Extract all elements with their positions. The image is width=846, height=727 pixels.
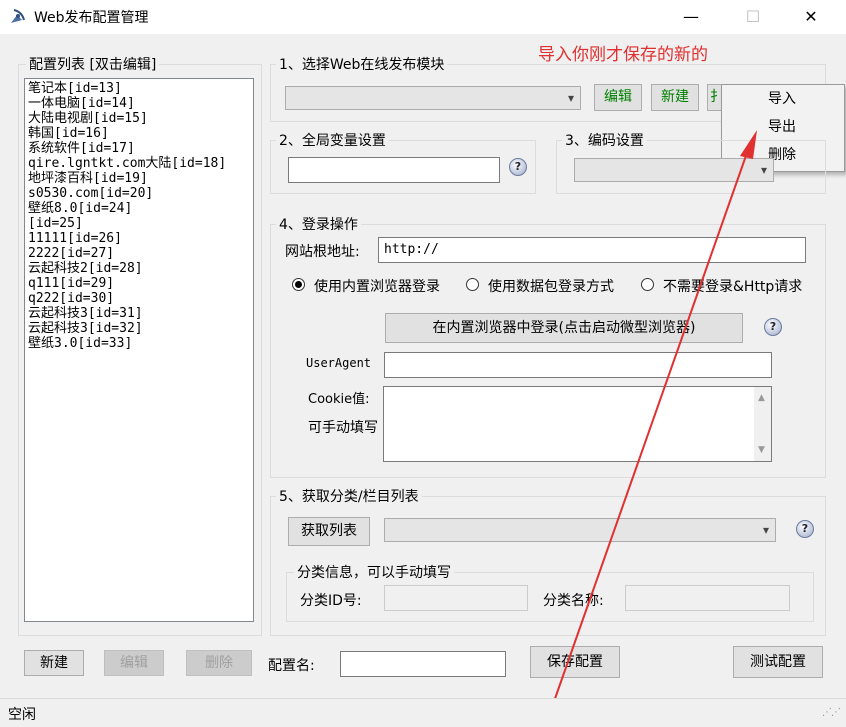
global-vars-legend: 2、全局变量设置 [276, 130, 389, 150]
radio-packet-label[interactable]: 使用数据包登录方式 [488, 276, 614, 296]
list-item[interactable]: qire.lgntkt.com大陆[id=18] [28, 156, 250, 171]
list-item[interactable]: 云起科技2[id=28] [28, 261, 250, 276]
site-root-input[interactable]: http:// [378, 237, 806, 263]
list-item[interactable]: 云起科技3[id=32] [28, 321, 250, 336]
radio-builtin-browser[interactable] [292, 278, 305, 291]
cookie-scrollbar[interactable]: ▲ ▼ [754, 387, 771, 461]
chevron-down-icon: ▾ [760, 163, 767, 177]
list-item[interactable]: 笔记本[id=13] [28, 81, 250, 96]
site-root-label: 网站根地址: [285, 244, 360, 260]
status-bar: 空闲 ⋰⋰ [0, 698, 846, 727]
help-icon[interactable]: ? [764, 318, 782, 336]
list-item[interactable]: 一体电脑[id=14] [28, 96, 250, 111]
maximize-button[interactable]: ☐ [730, 0, 776, 34]
config-name-label: 配置名: [268, 658, 315, 674]
help-icon[interactable]: ? [796, 520, 814, 538]
login-legend: 4、登录操作 [276, 214, 361, 234]
cookie-textarea[interactable]: ▲ ▼ [383, 386, 772, 462]
edit-module-button[interactable]: 编辑 [594, 84, 642, 111]
config-name-input[interactable] [340, 651, 506, 677]
chevron-down-icon: ▾ [762, 523, 769, 537]
app-satellite-icon [11, 9, 25, 23]
category-id-label: 分类ID号: [300, 593, 362, 609]
resize-grip-icon[interactable]: ⋰⋰ [822, 707, 841, 718]
global-vars-input[interactable] [288, 157, 500, 183]
useragent-input[interactable] [384, 352, 772, 378]
list-item[interactable]: 系统软件[id=17] [28, 141, 250, 156]
cookie-hint: 可手动填写 [308, 420, 378, 436]
test-config-button[interactable]: 测试配置 [733, 646, 823, 678]
encoding-select[interactable]: ▾ [574, 158, 774, 182]
list-item[interactable]: 大陆电视剧[id=15] [28, 111, 250, 126]
help-icon[interactable]: ? [509, 158, 527, 176]
useragent-label: UserAgent [306, 356, 372, 370]
fetch-list-button[interactable]: 获取列表 [288, 517, 370, 546]
window-title: Web发布配置管理 [34, 10, 149, 26]
category-info-legend: 分类信息，可以手动填写 [294, 562, 454, 582]
scroll-up-icon[interactable]: ▲ [758, 393, 765, 403]
category-legend: 5、获取分类/栏目列表 [276, 486, 422, 506]
list-item[interactable]: 韩国[id=16] [28, 126, 250, 141]
encoding-legend: 3、编码设置 [562, 130, 647, 150]
module-select[interactable]: ▾ [285, 86, 581, 110]
save-config-button[interactable]: 保存配置 [530, 646, 620, 678]
menu-item-export[interactable]: 导出 [722, 113, 844, 141]
list-item[interactable]: [id=25] [28, 216, 250, 231]
delete-config-button[interactable]: 删除 [186, 650, 252, 676]
category-name-input[interactable] [625, 585, 790, 611]
close-button[interactable]: ✕ [788, 0, 834, 34]
new-config-button[interactable]: 新建 [24, 650, 84, 676]
list-item[interactable]: q222[id=30] [28, 291, 250, 306]
list-item[interactable]: 云起科技3[id=31] [28, 306, 250, 321]
edit-config-button[interactable]: 编辑 [104, 650, 164, 676]
list-item[interactable]: 11111[id=26] [28, 231, 250, 246]
new-module-button[interactable]: 新建 [651, 84, 699, 111]
cookie-label: Cookie值: [308, 392, 370, 407]
annotation-text: 导入你刚才保存的新的 [538, 45, 708, 65]
minimize-button[interactable]: — [668, 0, 714, 34]
module-legend: 1、选择Web在线发布模块 [276, 54, 448, 74]
config-listbox[interactable]: 笔记本[id=13] 一体电脑[id=14] 大陆电视剧[id=15] 韩国[id=1… [24, 78, 254, 622]
chevron-down-icon: ▾ [567, 91, 574, 105]
category-id-input[interactable] [384, 585, 528, 611]
browser-login-button[interactable]: 在内置浏览器中登录(点击启动微型浏览器) [385, 313, 743, 343]
category-name-label: 分类名称: [543, 593, 604, 609]
radio-packet-login[interactable] [466, 278, 479, 291]
list-item[interactable]: 壁纸3.0[id=33] [28, 336, 250, 351]
title-bar: Web发布配置管理 — ☐ ✕ [0, 0, 846, 34]
config-list-legend: 配置列表 [双击编辑] [26, 54, 160, 74]
list-item[interactable]: s0530.com[id=20] [28, 186, 250, 201]
list-item[interactable]: 壁纸8.0[id=24] [28, 201, 250, 216]
category-select[interactable]: ▾ [384, 518, 776, 542]
radio-no-login[interactable] [641, 278, 654, 291]
menu-item-import[interactable]: 导入 [722, 85, 844, 113]
list-item[interactable]: q111[id=29] [28, 276, 250, 291]
scroll-down-icon[interactable]: ▼ [758, 445, 765, 455]
status-text: 空闲 [8, 707, 36, 723]
radio-builtin-label[interactable]: 使用内置浏览器登录 [314, 276, 440, 296]
radio-no-login-label[interactable]: 不需要登录&Http请求 [663, 276, 802, 296]
list-item[interactable]: 地坪漆百科[id=19] [28, 171, 250, 186]
list-item[interactable]: 2222[id=27] [28, 246, 250, 261]
